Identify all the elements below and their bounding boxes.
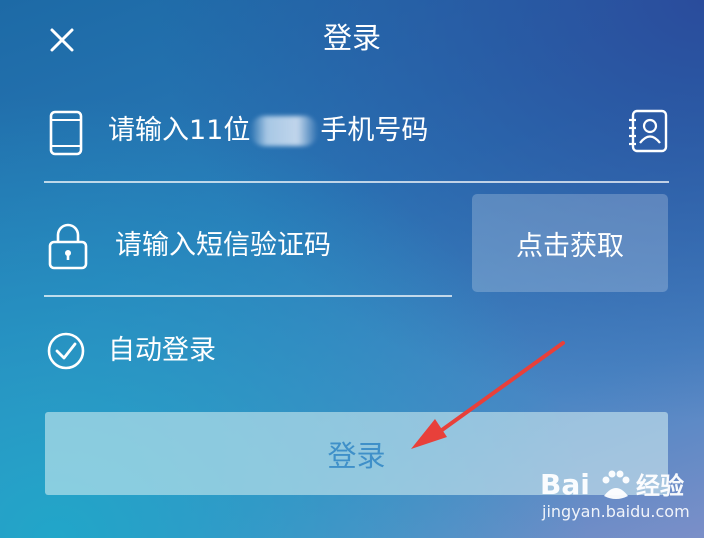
auto-login-label[interactable]: 自动登录 [108, 333, 216, 369]
close-icon[interactable] [44, 22, 80, 58]
phone-placeholder-prefix: 请输入11位 [108, 115, 251, 146]
phone-placeholder-suffix: 手机号码 [320, 115, 429, 146]
check-circle-icon[interactable] [46, 331, 86, 371]
svg-text:经验: 经验 [636, 472, 684, 500]
mosaic-blur [250, 116, 318, 146]
phone-icon [46, 110, 86, 156]
get-code-button[interactable]: 点击获取 [472, 194, 668, 292]
phone-input[interactable]: 请输入11位 手机号码 [108, 113, 608, 149]
sms-code-input[interactable]: 请输入短信验证码 [115, 228, 455, 264]
red-arrow-icon [395, 335, 575, 455]
phone-underline [44, 181, 669, 183]
watermark-site: jingyan.baidu.com [542, 502, 690, 521]
svg-text:Bai: Bai [540, 468, 590, 501]
baidu-jingyan-watermark: Bai 经验 jingyan.baidu.com [540, 466, 690, 526]
code-underline [44, 295, 452, 297]
contacts-icon[interactable] [626, 108, 670, 154]
watermark-logo: Bai 经验 [540, 466, 690, 502]
lock-icon [46, 222, 90, 270]
sms-code-placeholder: 请输入短信验证码 [115, 230, 331, 261]
page-title: 登录 [322, 21, 381, 55]
